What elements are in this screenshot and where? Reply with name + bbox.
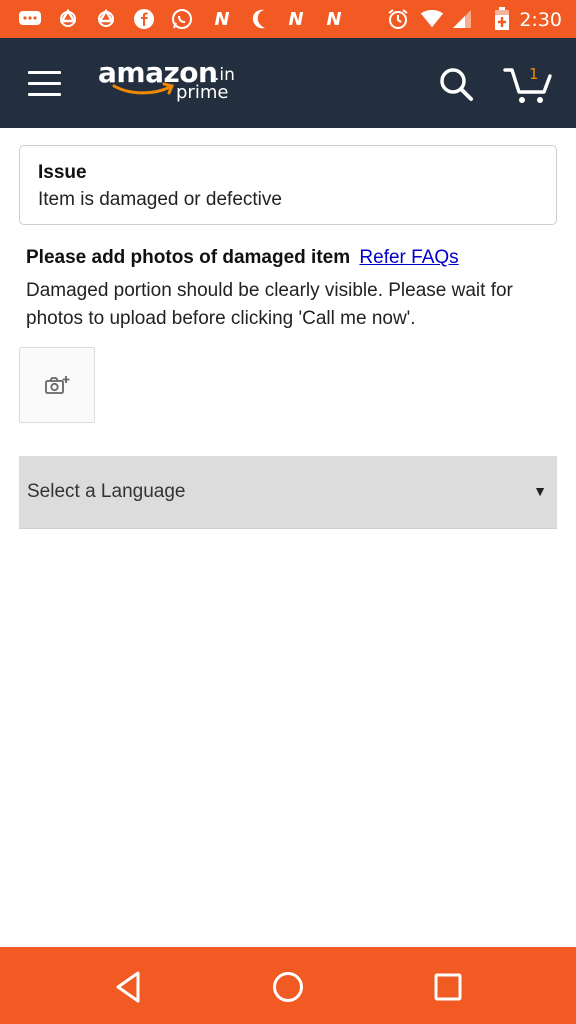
issue-label: Issue [38,162,87,183]
photo-instructions: Damaged portion should be clearly visibl… [26,280,513,329]
menu-icon[interactable] [28,71,61,97]
sync-icon [56,7,80,31]
issue-summary: Issue Item is damaged or defective [19,145,557,225]
whatsapp-icon [170,7,194,31]
cart-icon [503,68,552,103]
language-select[interactable]: Select a Language ▼ [19,456,557,529]
issue-value: Item is damaged or defective [38,189,282,210]
n-icon: N [288,8,304,30]
status-bar: N N N 2:30 [0,0,576,38]
add-photo-button[interactable] [19,347,95,423]
recents-icon[interactable] [426,965,470,1009]
facebook-icon [132,7,156,31]
wifi-icon [420,7,444,31]
chevron-down-icon: ▼ [533,483,547,499]
app-header: amazon .in prime 1 [0,38,576,128]
n-icon: N [214,8,230,30]
amazon-prime-logo[interactable]: amazon .in prime [98,56,238,108]
add-photo-icon [45,376,70,394]
logo-smile-icon [112,82,175,95]
system-nav-bar [0,947,576,1024]
photo-heading: Please add photos of damaged item Refer … [26,244,556,272]
refer-faqs-link[interactable]: Refer FAQs [359,247,458,268]
language-select-label: Select a Language [27,481,186,502]
photo-heading-text: Please add photos of damaged item [26,247,351,268]
moon-icon [248,7,272,31]
home-icon[interactable] [266,965,310,1009]
cart-button[interactable]: 1 [502,62,554,106]
cart-count-badge: 1 [529,65,539,83]
status-time: 2:30 [519,9,562,31]
message-icon [18,7,42,31]
battery-icon [490,7,514,31]
n-icon: N [326,8,342,30]
sync-icon [94,7,118,31]
search-icon[interactable] [436,64,476,104]
alarm-icon [386,7,410,31]
signal-icon [450,7,474,31]
logo-prime: prime [176,82,229,103]
back-icon[interactable] [106,965,150,1009]
